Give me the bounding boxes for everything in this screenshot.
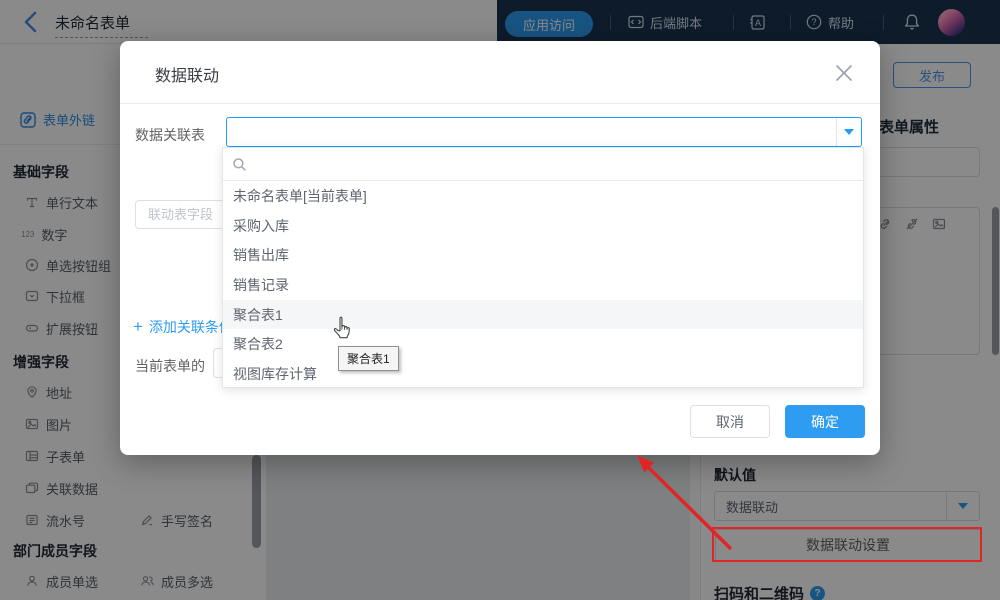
- option-tooltip: 聚合表1: [338, 346, 399, 371]
- dropdown-option-hovered[interactable]: 聚合表1: [223, 300, 863, 330]
- cancel-button[interactable]: 取消: [690, 405, 770, 438]
- current-form-label: 当前表单的: [135, 356, 205, 376]
- relation-table-input[interactable]: [227, 118, 836, 146]
- dropdown-option[interactable]: 采购入库: [223, 211, 863, 241]
- dropdown-option[interactable]: 销售记录: [223, 270, 863, 300]
- dropdown-option[interactable]: 视图库存计算: [223, 359, 863, 389]
- plus-icon: +: [133, 320, 143, 334]
- dropdown-search-row[interactable]: [223, 148, 863, 181]
- relation-table-dropdown: 未命名表单[当前表单] 采购入库 销售出库 销售记录 聚合表1 聚合表2 视图库…: [222, 147, 864, 388]
- relation-table-label: 数据关联表: [135, 125, 205, 145]
- close-icon[interactable]: [832, 61, 856, 85]
- relation-table-select[interactable]: [226, 117, 862, 147]
- dropdown-option[interactable]: 聚合表2: [223, 329, 863, 359]
- search-icon: [232, 157, 247, 172]
- data-linkage-modal: 数据联动 数据关联表 + 添加关联条件 当前表单的 未命名表单[当前表单] 采购: [120, 41, 880, 455]
- modal-title: 数据联动: [155, 62, 219, 86]
- confirm-button[interactable]: 确定: [785, 405, 865, 438]
- select-arrow[interactable]: [836, 118, 861, 146]
- add-condition-link[interactable]: + 添加关联条件: [133, 317, 233, 337]
- form-designer-app: 未命名表单 应用访问 后端脚本 A ? 帮助 表单外链 基础字段: [0, 0, 1000, 600]
- dropdown-search-input[interactable]: [247, 157, 863, 172]
- caret-down-icon: [844, 129, 854, 135]
- dropdown-option[interactable]: 未命名表单[当前表单]: [223, 181, 863, 211]
- add-condition-label: 添加关联条件: [149, 317, 233, 337]
- dropdown-option[interactable]: 销售出库: [223, 240, 863, 270]
- modal-header-divider: [120, 103, 880, 104]
